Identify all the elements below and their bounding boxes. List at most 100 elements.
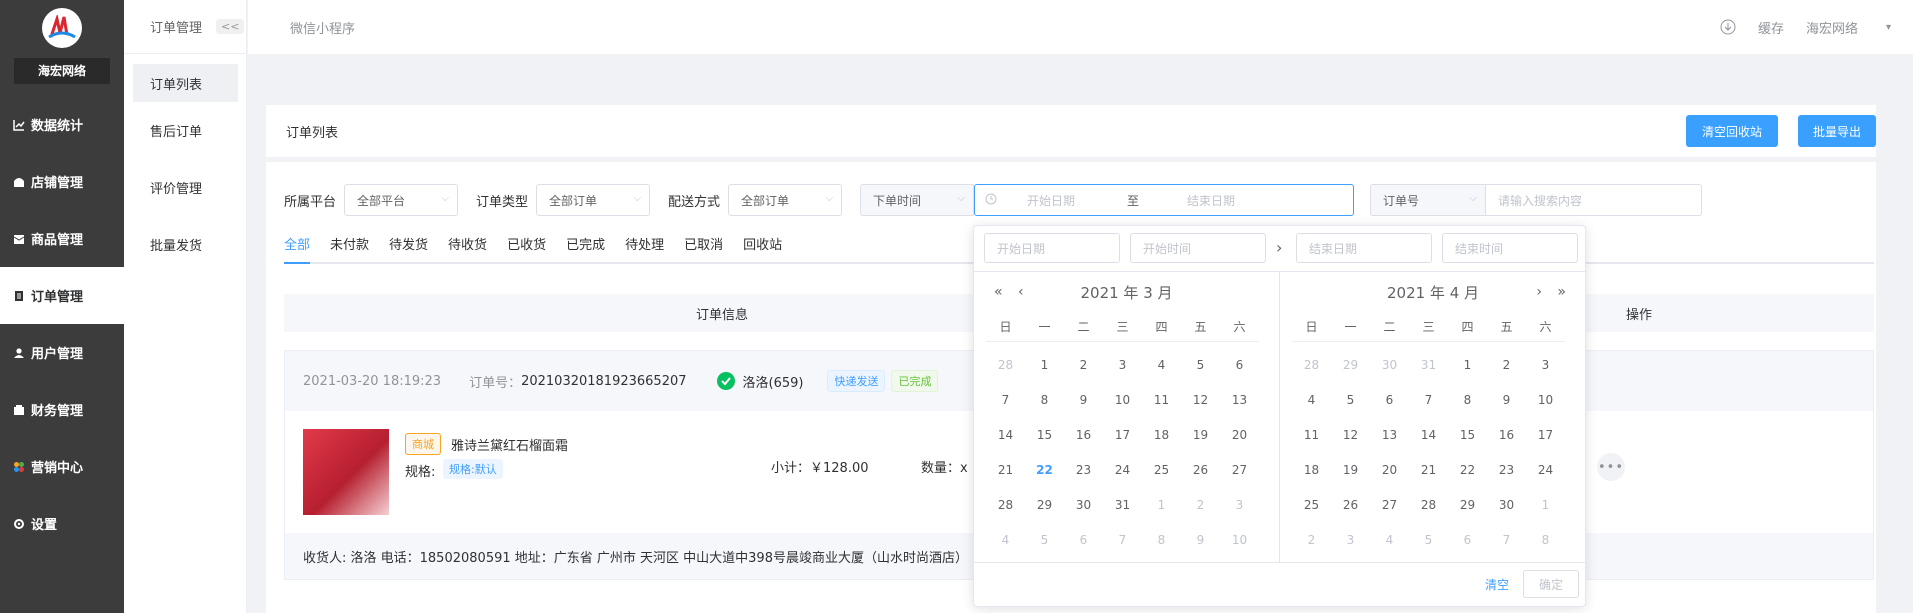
calendar-day[interactable]: 31 <box>1409 348 1448 383</box>
tab-cancelled[interactable]: 已取消 <box>684 232 723 264</box>
calendar-day[interactable]: 28 <box>986 488 1025 523</box>
batch-export-button[interactable]: 批量导出 <box>1798 115 1876 147</box>
prev-month-icon[interactable]: ‹ <box>1018 284 1024 300</box>
calendar-day[interactable]: 29 <box>1331 348 1370 383</box>
calendar-day[interactable]: 30 <box>1064 488 1103 523</box>
calendar-day[interactable]: 14 <box>1409 418 1448 453</box>
calendar-day[interactable]: 16 <box>1487 418 1526 453</box>
tab-recycle[interactable]: 回收站 <box>743 232 782 264</box>
confirm-button[interactable]: 确定 <box>1523 570 1579 598</box>
calendar-day[interactable]: 25 <box>1292 488 1331 523</box>
calendar-day[interactable]: 19 <box>1331 453 1370 488</box>
calendar-day[interactable]: 2 <box>1064 348 1103 383</box>
calendar-day[interactable]: 9 <box>1487 383 1526 418</box>
calendar-day[interactable]: 2 <box>1181 488 1220 523</box>
calendar-day[interactable]: 6 <box>1064 523 1103 558</box>
collapse-button[interactable]: << <box>216 19 245 34</box>
nav-item-finance[interactable]: 财务管理 <box>0 381 124 438</box>
calendar-day[interactable]: 20 <box>1370 453 1409 488</box>
calendar-day[interactable]: 24 <box>1526 453 1565 488</box>
calendar-day[interactable]: 10 <box>1103 383 1142 418</box>
calendar-day[interactable]: 3 <box>1220 488 1259 523</box>
calendar-day[interactable]: 27 <box>1220 453 1259 488</box>
platform-select[interactable]: 全部平台 ⌵ <box>344 184 459 216</box>
picker-start-date[interactable]: 开始日期 <box>984 233 1120 263</box>
calendar-day[interactable]: 4 <box>1292 383 1331 418</box>
date-range-input[interactable]: 开始日期 至 结束日期 <box>974 184 1355 216</box>
calendar-day[interactable]: 9 <box>1064 383 1103 418</box>
calendar-day[interactable]: 8 <box>1025 383 1064 418</box>
calendar-day[interactable]: 1 <box>1142 488 1181 523</box>
order-type-select[interactable]: 全部订单 ⌵ <box>536 184 651 216</box>
start-date-field[interactable]: 开始日期 <box>1027 192 1127 209</box>
more-icon[interactable]: ••• <box>1597 453 1625 481</box>
sub-item-after-sales[interactable]: 售后订单 <box>124 102 246 159</box>
calendar-day[interactable]: 8 <box>1448 383 1487 418</box>
calendar-day[interactable]: 5 <box>1409 523 1448 558</box>
nav-item-marketing[interactable]: 营销中心 <box>0 438 124 495</box>
nav-item-orders[interactable]: 订单管理 <box>0 267 124 324</box>
calendar-day[interactable]: 23 <box>1487 453 1526 488</box>
tab-completed[interactable]: 已完成 <box>566 232 605 264</box>
sub-item-batch-ship[interactable]: 批量发货 <box>124 216 246 273</box>
picker-start-time[interactable]: 开始时间 <box>1130 233 1266 263</box>
calendar-day[interactable]: 2 <box>1292 523 1331 558</box>
calendar-day[interactable]: 18 <box>1142 418 1181 453</box>
calendar-day[interactable]: 6 <box>1448 523 1487 558</box>
calendar-day[interactable]: 15 <box>1025 418 1064 453</box>
calendar-day[interactable]: 4 <box>1370 523 1409 558</box>
calendar-day[interactable]: 21 <box>1409 453 1448 488</box>
nav-item-store[interactable]: 店铺管理 <box>0 153 124 210</box>
calendar-day[interactable]: 17 <box>1103 418 1142 453</box>
calendar-day[interactable]: 11 <box>1142 383 1181 418</box>
next-year-icon[interactable]: » <box>1557 284 1566 300</box>
calendar-day[interactable]: 19 <box>1181 418 1220 453</box>
end-date-field[interactable]: 结束日期 <box>1187 192 1235 209</box>
calendar-day[interactable]: 3 <box>1103 348 1142 383</box>
calendar-day[interactable]: 5 <box>1331 383 1370 418</box>
product-name[interactable]: 雅诗兰黛红石榴面霜 <box>451 435 568 454</box>
calendar-day[interactable]: 13 <box>1370 418 1409 453</box>
calendar-day[interactable]: 26 <box>1181 453 1220 488</box>
calendar-day[interactable]: 2 <box>1487 348 1526 383</box>
calendar-day[interactable]: 18 <box>1292 453 1331 488</box>
calendar-day[interactable]: 29 <box>1448 488 1487 523</box>
nav-item-products[interactable]: 商品管理 <box>0 210 124 267</box>
nav-item-settings[interactable]: 设置 <box>0 495 124 552</box>
next-month-icon[interactable]: › <box>1536 284 1542 300</box>
search-input[interactable]: 请输入搜索内容 <box>1486 184 1703 216</box>
clear-button[interactable]: 清空 <box>1485 576 1509 593</box>
calendar-day[interactable]: 29 <box>1025 488 1064 523</box>
sub-item-order-list[interactable]: 订单列表 <box>133 64 238 102</box>
calendar-day[interactable]: 24 <box>1103 453 1142 488</box>
calendar-day[interactable]: 10 <box>1526 383 1565 418</box>
calendar-day[interactable]: 8 <box>1142 523 1181 558</box>
calendar-day[interactable]: 7 <box>1487 523 1526 558</box>
calendar-day[interactable]: 28 <box>1292 348 1331 383</box>
calendar-day[interactable]: 26 <box>1331 488 1370 523</box>
tab-received[interactable]: 已收货 <box>507 232 546 264</box>
order-no-select[interactable]: 订单号 ⌵ <box>1370 184 1487 216</box>
nav-item-stats[interactable]: 数据统计 <box>0 96 124 153</box>
tab-pending[interactable]: 待处理 <box>625 232 664 264</box>
calendar-day[interactable]: 28 <box>1409 488 1448 523</box>
calendar-day[interactable]: 1 <box>1526 488 1565 523</box>
calendar-day[interactable]: 6 <box>1370 383 1409 418</box>
calendar-day[interactable]: 5 <box>1181 348 1220 383</box>
calendar-day[interactable]: 30 <box>1487 488 1526 523</box>
calendar-day[interactable]: 1 <box>1448 348 1487 383</box>
calendar-day[interactable]: 28 <box>986 348 1025 383</box>
nav-item-users[interactable]: 用户管理 <box>0 324 124 381</box>
download-icon[interactable] <box>1720 19 1736 35</box>
picker-end-time[interactable]: 结束时间 <box>1442 233 1578 263</box>
calendar-day[interactable]: 13 <box>1220 383 1259 418</box>
calendar-day[interactable]: 7 <box>1103 523 1142 558</box>
calendar-day[interactable]: 3 <box>1526 348 1565 383</box>
time-type-select[interactable]: 下单时间 ⌵ <box>860 184 975 216</box>
clear-recycle-button[interactable]: 清空回收站 <box>1686 115 1778 147</box>
calendar-day[interactable]: 12 <box>1331 418 1370 453</box>
calendar-day[interactable]: 27 <box>1370 488 1409 523</box>
calendar-day[interactable]: 1 <box>1025 348 1064 383</box>
delivery-select[interactable]: 全部订单 ⌵ <box>728 184 843 216</box>
calendar-day[interactable]: 11 <box>1292 418 1331 453</box>
